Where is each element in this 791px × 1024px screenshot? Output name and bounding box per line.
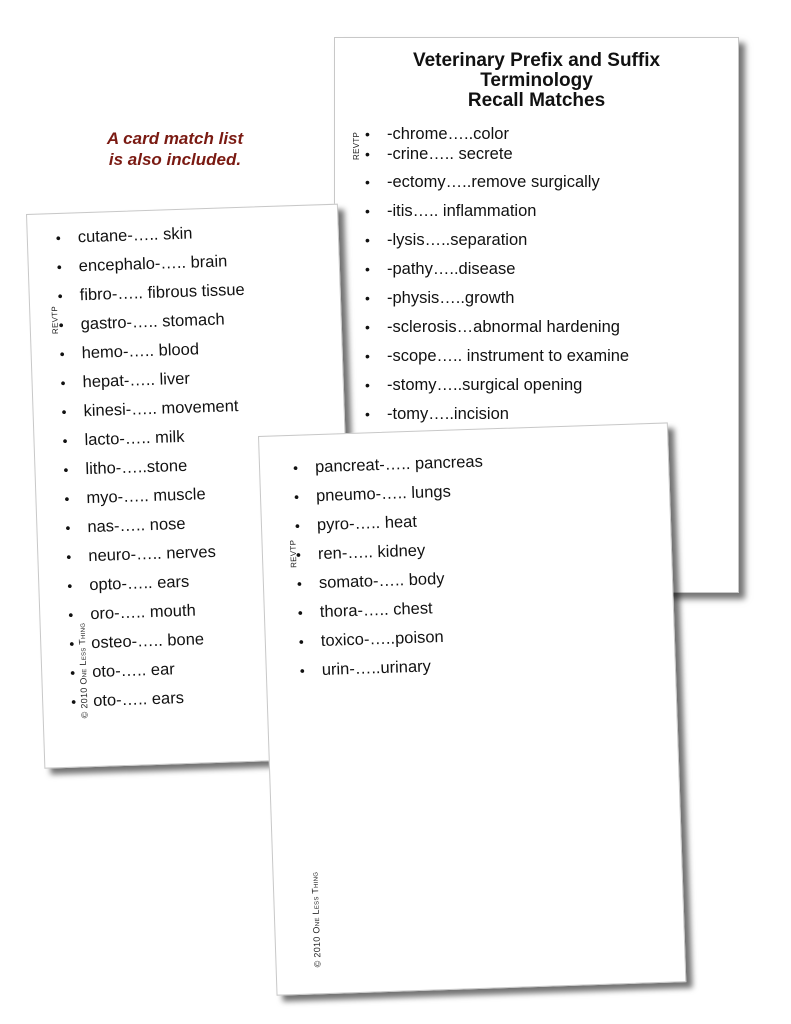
list-item: • -ectomy…..remove surgically (365, 173, 600, 191)
list-item: • -physis…..growth (365, 289, 515, 307)
bullet-icon: • (69, 635, 75, 652)
bullet-icon: • (61, 403, 67, 420)
bullet-icon: • (365, 348, 370, 364)
bullet-icon: • (70, 693, 77, 710)
bullet-icon: • (62, 432, 68, 449)
bullet-icon: • (365, 377, 370, 393)
bullet-icon: • (292, 459, 299, 476)
bullet-icon: • (365, 146, 370, 162)
bullet-icon: • (365, 261, 370, 277)
bullet-icon: • (293, 488, 300, 505)
suffix-list-top: • -chrome…..color • -crine….. secrete (365, 124, 513, 164)
prefix-card-b: REVTP © 2010 One Less Thing • pancreat-….… (258, 422, 687, 996)
card-match-note: A card match list is also included. (106, 129, 244, 169)
bullet-icon: • (294, 517, 301, 534)
bullet-icon: • (365, 406, 370, 422)
list-item: • -pathy…..disease (365, 260, 516, 278)
side-label: REVTP (352, 131, 361, 160)
bullet-icon: • (298, 633, 305, 650)
bullet-icon: • (365, 232, 370, 248)
prefix-list: • pancreat-….. pancreas • pneumo-….. lungs… (293, 452, 490, 689)
bullet-icon: • (295, 546, 302, 563)
bullet-icon: • (365, 126, 370, 142)
bullet-icon: • (59, 345, 65, 362)
list-item: • -sclerosis…abnormal hardening (365, 318, 620, 336)
bullet-icon: • (60, 374, 66, 391)
bullet-icon: • (365, 174, 370, 190)
bullet-icon: • (65, 519, 71, 536)
bullet-icon: • (365, 203, 370, 219)
bullet-icon: • (68, 606, 74, 623)
bullet-icon: • (297, 604, 304, 621)
list-item: • urin-…..urinary (299, 657, 432, 680)
list-item: • -scope….. instrument to examine (365, 347, 630, 365)
bullet-icon: • (58, 316, 64, 333)
list-item: • -chrome…..color (365, 125, 509, 143)
card-title: Veterinary Prefix and Suffix Terminology… (412, 50, 661, 111)
bullet-icon: • (69, 664, 76, 681)
bullet-icon: • (63, 461, 69, 478)
bullet-icon: • (299, 662, 305, 679)
list-item: • -stomy…..surgical opening (365, 376, 583, 394)
bullet-icon: • (296, 575, 303, 592)
bullet-icon: • (365, 319, 370, 335)
bullet-icon: • (66, 548, 72, 565)
suffix-list: • -ectomy…..remove surgically • -itis….. i… (365, 172, 630, 433)
bullet-icon: • (55, 229, 61, 247)
copyright-label: © 2010 One Less Thing (309, 871, 323, 968)
list-item: • -itis….. inflammation (365, 202, 537, 220)
bullet-icon: • (64, 490, 70, 507)
list-item: • -crine….. secrete (365, 145, 513, 163)
list-item: • oto-….. ears (70, 689, 185, 711)
prefix-list: • cutane-….. skin • encephalo-….. brain • f… (56, 222, 258, 720)
bullet-icon: • (57, 287, 63, 304)
copyright-label: © 2010 One Less Thing (76, 622, 90, 719)
list-item: • -lysis…..separation (365, 231, 528, 249)
bullet-icon: • (56, 258, 62, 276)
bullet-icon: • (365, 290, 370, 306)
bullet-icon: • (67, 577, 73, 594)
